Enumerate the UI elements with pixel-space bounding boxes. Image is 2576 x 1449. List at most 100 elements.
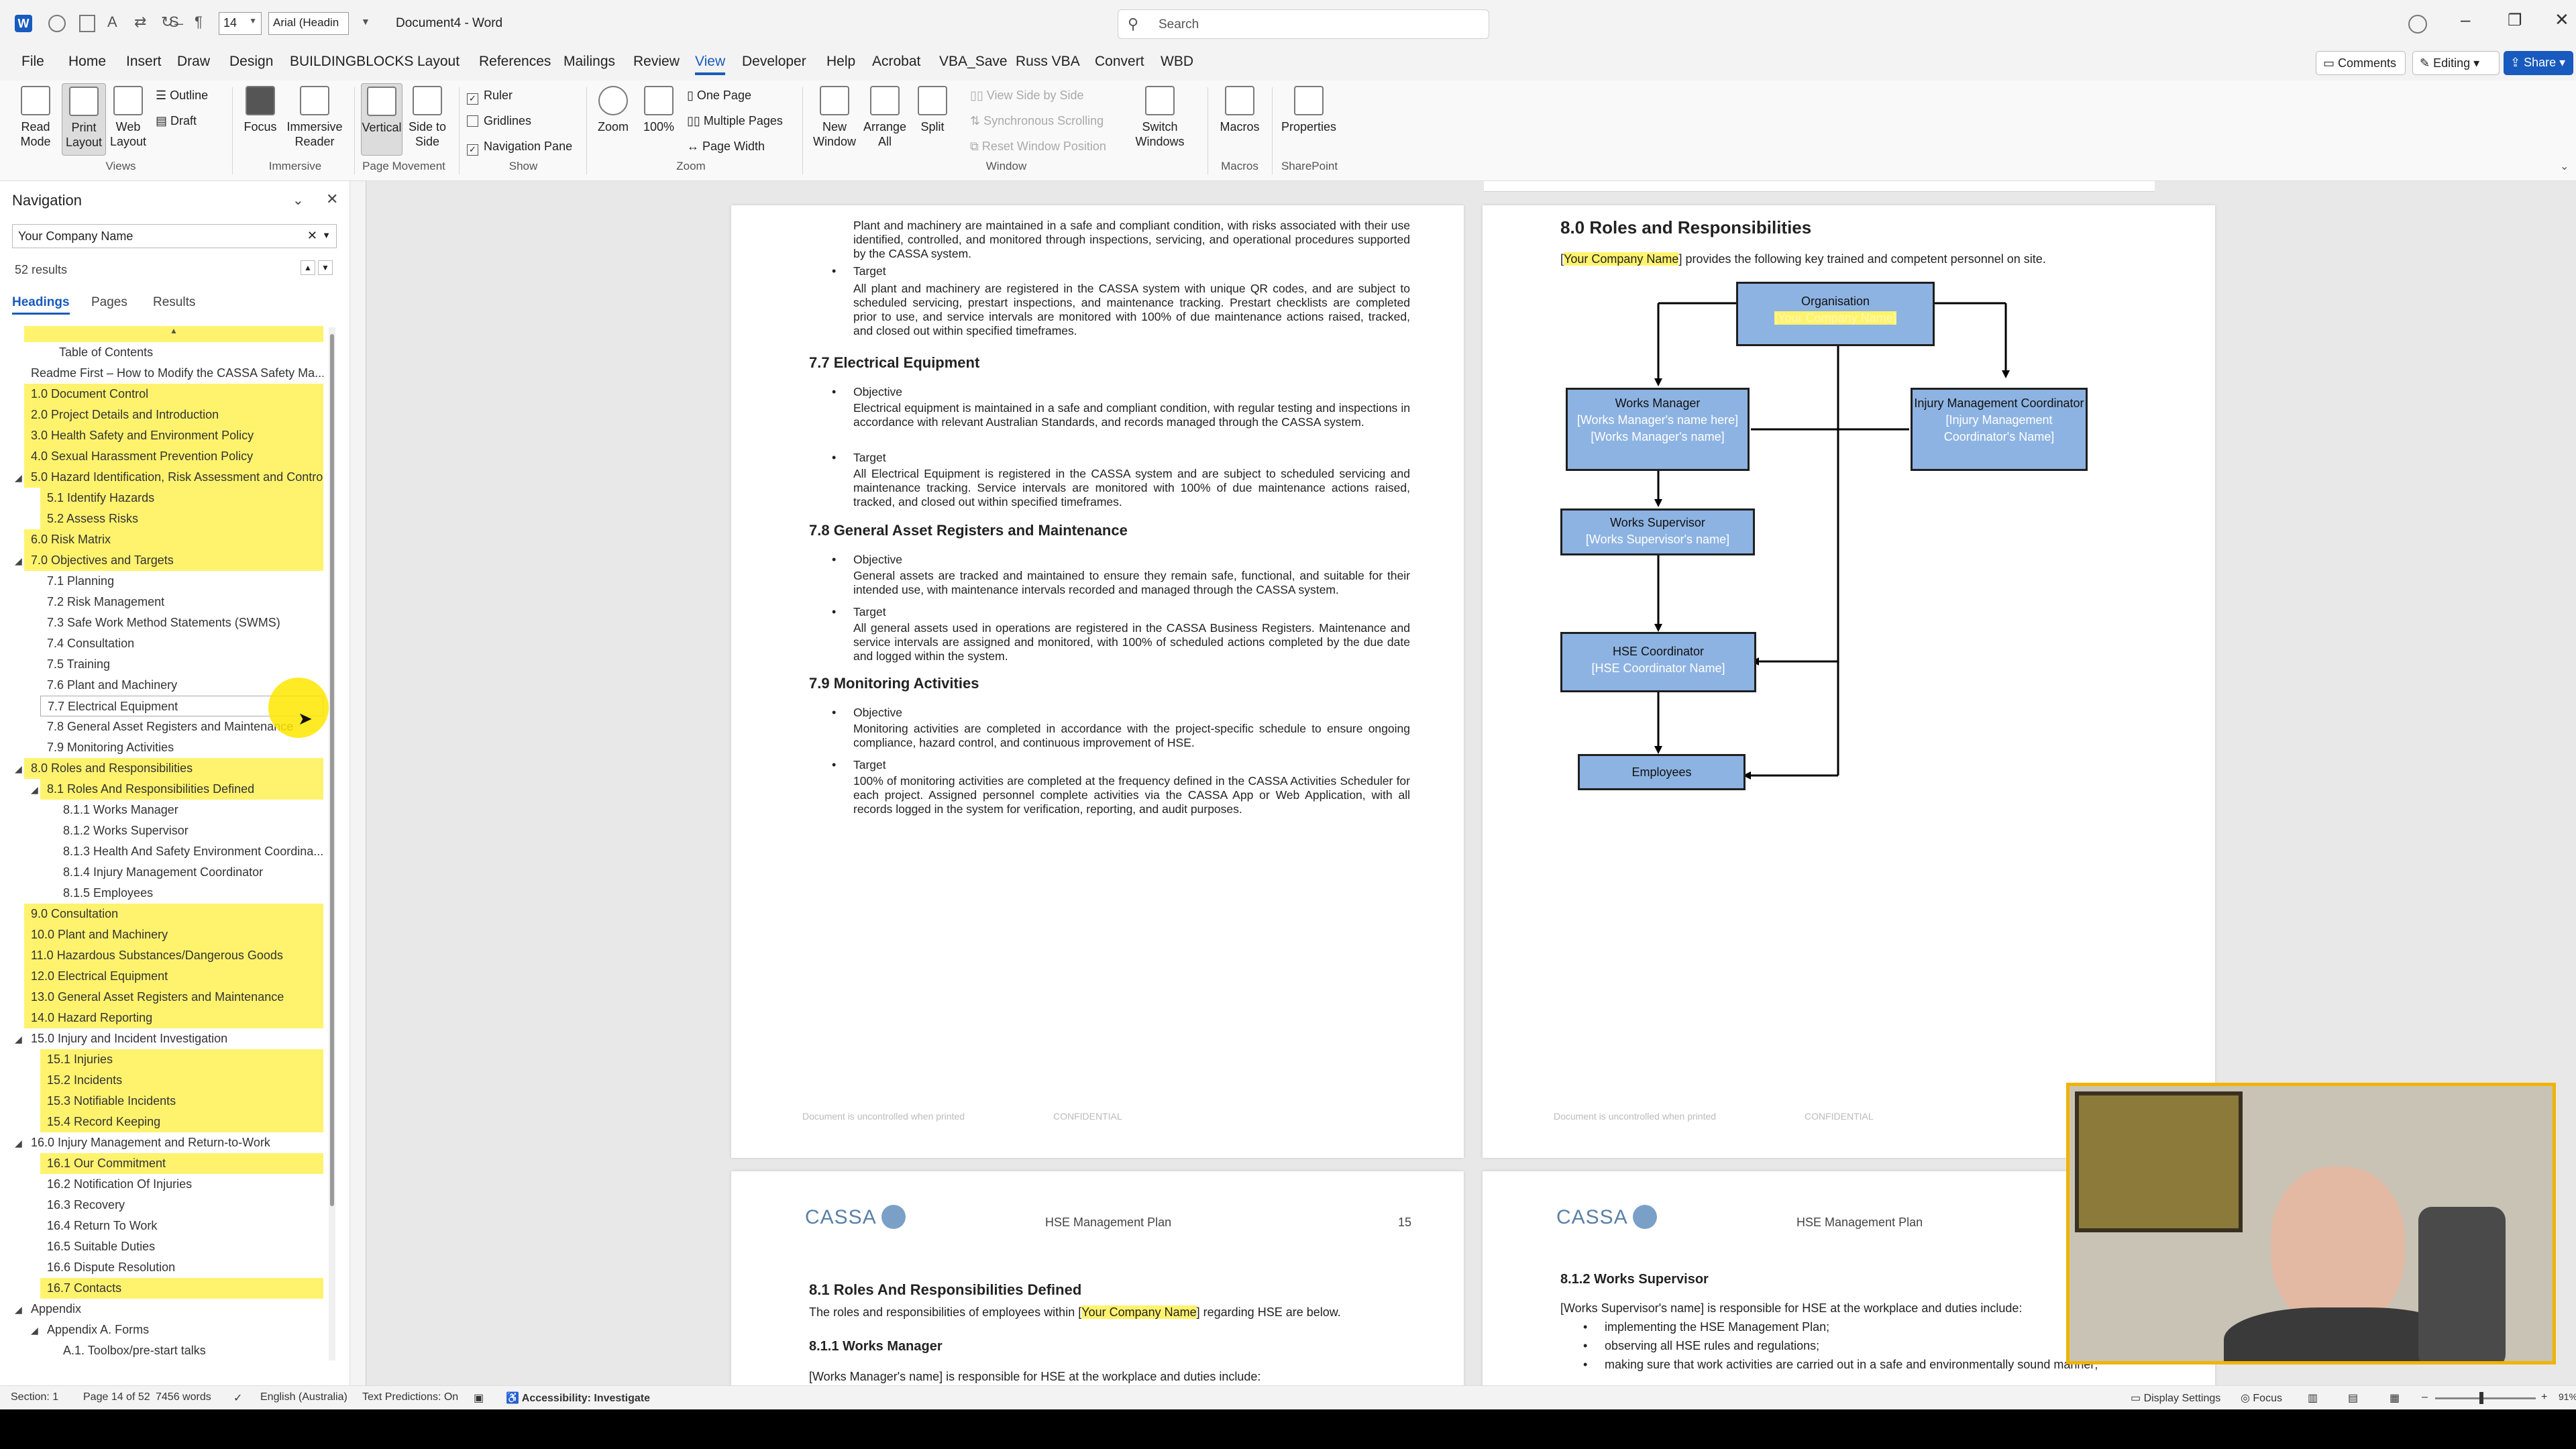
nav-heading-item[interactable]: A.1. Toolbox/pre-start talks <box>56 1340 323 1361</box>
zoom-100-button[interactable]: 100% <box>639 86 679 134</box>
comments-button[interactable]: ▭ Comments <box>2316 51 2406 75</box>
nav-scrollbar-thumb[interactable] <box>330 334 334 1206</box>
nav-heading-item[interactable]: 8.0 Roles and Responsibilities <box>24 758 323 779</box>
nav-heading-item[interactable]: 8.1.1 Works Manager <box>56 800 323 820</box>
minimize-icon[interactable]: – <box>2461 9 2470 30</box>
tab-view[interactable]: View <box>695 54 726 75</box>
nav-heading-item[interactable]: 7.3 Safe Work Method Statements (SWMS) <box>40 612 323 633</box>
one-page-button[interactable]: ▯ One Page <box>687 89 751 103</box>
nav-heading-item[interactable]: Readme First – How to Modify the CASSA S… <box>24 363 323 384</box>
side-to-side-button[interactable]: Side to Side <box>407 86 448 149</box>
nav-heading-item[interactable]: 2.0 Project Details and Introduction <box>24 405 323 425</box>
collapse-triangle-icon[interactable]: ◢ <box>31 1325 38 1336</box>
collapse-triangle-icon[interactable]: ◢ <box>15 1304 22 1316</box>
nav-heading-item[interactable]: 7.4 Consultation <box>40 633 323 654</box>
nav-search-input[interactable]: Your Company Name ✕ ▼ <box>12 224 337 248</box>
nav-heading-item[interactable]: 16.1 Our Commitment <box>40 1153 323 1174</box>
tab-design[interactable]: Design <box>229 54 273 70</box>
close-icon[interactable]: ✕ <box>2555 9 2569 30</box>
focus-button[interactable]: Focus <box>239 86 282 134</box>
nav-heading-item[interactable]: 5.2 Assess Risks <box>40 508 323 529</box>
nav-heading-item[interactable]: 15.0 Injury and Incident Investigation <box>24 1028 323 1049</box>
nav-heading-item[interactable]: 15.2 Incidents <box>40 1070 323 1091</box>
tab-mailings[interactable]: Mailings <box>564 54 615 70</box>
zoom-slider[interactable] <box>2435 1392 2536 1404</box>
tab-acrobat[interactable]: Acrobat <box>872 54 920 70</box>
nav-heading-item[interactable]: 16.0 Injury Management and Return-to-Wor… <box>24 1132 323 1153</box>
tab-russ-vba[interactable]: Russ VBA <box>1016 54 1080 70</box>
share-button[interactable]: ⇪ Share ▾ <box>2504 51 2573 75</box>
nav-heading-item[interactable]: 11.0 Hazardous Substances/Dangerous Good… <box>24 945 323 966</box>
collapse-triangle-icon[interactable]: ◢ <box>15 1138 22 1149</box>
tab-developer[interactable]: Developer <box>742 54 806 70</box>
format-painter-icon[interactable]: A <box>107 13 117 31</box>
tab-pages[interactable]: Pages <box>91 295 127 310</box>
read-mode-button[interactable]: Read Mode <box>15 86 56 149</box>
tab-wbd[interactable]: WBD <box>1161 54 1193 70</box>
ruler-checkbox[interactable]: ✓ Ruler <box>467 89 513 105</box>
proofing-icon[interactable]: ✓ <box>233 1391 242 1405</box>
tab-convert[interactable]: Convert <box>1095 54 1144 70</box>
display-settings[interactable]: ▭ Display Settings <box>2131 1391 2220 1405</box>
chevron-down-icon[interactable]: ▼ <box>322 230 331 240</box>
collapse-triangle-icon[interactable]: ◢ <box>15 555 22 567</box>
status-language[interactable]: English (Australia) <box>260 1391 347 1403</box>
status-words[interactable]: 7456 words <box>156 1391 211 1403</box>
arrange-all-button[interactable]: Arrange All <box>863 86 907 149</box>
nav-heading-item[interactable]: 16.3 Recovery <box>40 1195 323 1216</box>
collapse-triangle-icon[interactable]: ◢ <box>15 1034 22 1045</box>
navigation-pane-checkbox[interactable]: ✓ Navigation Pane <box>467 140 572 156</box>
tab-layout[interactable]: Layout <box>417 54 460 70</box>
print-layout-button[interactable]: Print Layout <box>62 83 106 156</box>
nav-options-icon[interactable]: ⌄ <box>292 192 304 209</box>
gridlines-checkbox[interactable]: Gridlines <box>467 114 531 128</box>
nav-heading-item[interactable]: 1.0 Document Control <box>24 384 323 405</box>
focus-mode[interactable]: ◎ Focus <box>2241 1391 2282 1405</box>
nav-heading-item[interactable]: 6.0 Risk Matrix <box>24 529 323 550</box>
collapse-triangle-icon[interactable]: ◢ <box>15 763 22 775</box>
nav-heading-item[interactable]: 7.0 Objectives and Targets <box>24 550 323 571</box>
zoom-slider-thumb[interactable] <box>2479 1392 2483 1404</box>
page-width-button[interactable]: ↔ Page Width <box>687 140 765 154</box>
font-name-box[interactable]: Arial (Headin <box>268 12 349 35</box>
properties-button[interactable]: Properties <box>1279 86 1339 134</box>
draft-button[interactable]: ▤ Draft <box>156 114 197 128</box>
tab-buildingblocks[interactable]: BUILDINGBLOCKS <box>290 54 413 70</box>
nav-heading-item[interactable]: 5.1 Identify Hazards <box>40 488 323 508</box>
outline-button[interactable]: ☰ Outline <box>156 89 208 103</box>
new-window-button[interactable]: New Window <box>809 86 860 149</box>
vertical-button[interactable]: Vertical <box>361 83 402 156</box>
collapse-ribbon-icon[interactable]: ⌄ <box>2560 160 2569 173</box>
tab-results[interactable]: Results <box>153 295 195 310</box>
tab-insert[interactable]: Insert <box>126 54 162 70</box>
tab-headings[interactable]: Headings <box>12 295 70 315</box>
nav-heading-item[interactable]: 5.0 Hazard Identification, Risk Assessme… <box>24 467 323 488</box>
quick-access-icon[interactable]: ⇄ <box>134 13 146 31</box>
nav-heading-item[interactable]: 7.1 Planning <box>40 571 323 592</box>
macros-button[interactable]: Macros <box>1214 86 1265 134</box>
nav-heading-item[interactable]: 16.5 Suitable Duties <box>40 1236 323 1257</box>
tab-file[interactable]: File <box>21 54 44 70</box>
nav-heading-item[interactable]: 8.1.3 Health And Safety Environment Coor… <box>56 841 323 862</box>
document-area[interactable]: Plant and machinery are maintained in a … <box>350 181 2576 1385</box>
nav-heading-item[interactable]: 8.1 Roles And Responsibilities Defined <box>40 779 323 800</box>
autosave-icon[interactable] <box>48 15 66 32</box>
nav-heading-item[interactable]: 15.4 Record Keeping <box>40 1112 323 1132</box>
nav-heading-item[interactable]: 10.0 Plant and Machinery <box>24 924 323 945</box>
search-box[interactable]: ⚲ Search <box>1118 9 1489 39</box>
account-icon[interactable] <box>2408 15 2427 34</box>
document-page-14b[interactable]: 8.0 Roles and Responsibilities [Your Com… <box>1483 205 2215 1158</box>
nav-heading-item[interactable]: 16.4 Return To Work <box>40 1216 323 1236</box>
collapse-triangle-icon[interactable]: ◢ <box>15 472 22 484</box>
font-size-box[interactable]: 14 ▼ <box>219 12 262 35</box>
tab-help[interactable]: Help <box>826 54 855 70</box>
macro-record-icon[interactable]: ▣ <box>474 1391 484 1405</box>
nav-heading-item[interactable]: 7.5 Training <box>40 654 323 675</box>
tab-review[interactable]: Review <box>633 54 680 70</box>
editing-button[interactable]: ✎ Editing ▾ <box>2412 51 2500 75</box>
nav-heading-item[interactable]: Appendix A. Forms <box>40 1320 323 1340</box>
nav-heading-item[interactable]: 3.0 Health Safety and Environment Policy <box>24 425 323 446</box>
new-doc-icon[interactable] <box>79 15 95 32</box>
nav-heading-item[interactable]: 15.1 Injuries <box>40 1049 323 1070</box>
next-result-icon[interactable]: ▼ <box>318 260 333 275</box>
